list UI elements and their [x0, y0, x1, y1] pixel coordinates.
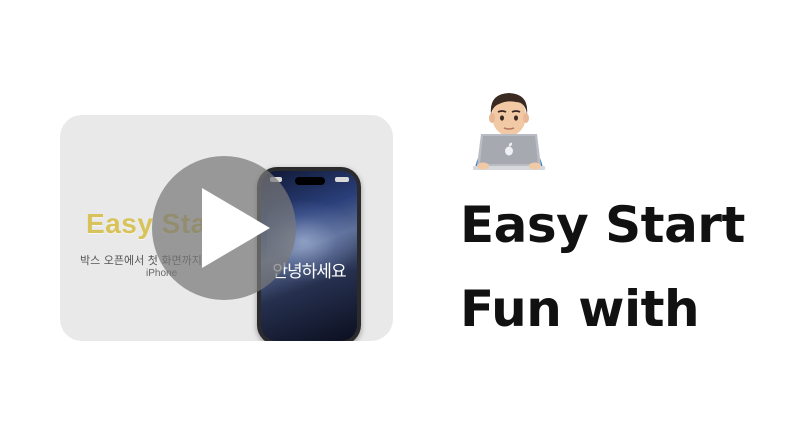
- play-icon: [202, 188, 270, 268]
- headline-line-2: Fun with: [460, 280, 700, 338]
- play-button[interactable]: [152, 156, 296, 300]
- headline: Easy Start Fun with: [460, 183, 790, 351]
- video-thumbnail[interactable]: Easy Start 박스 오픈에서 첫 화면까지 iPhone 안녕하세요: [60, 115, 393, 341]
- headline-line-1: Easy Start: [460, 196, 745, 254]
- technologist-laptop-icon: [469, 86, 549, 170]
- dynamic-island: [295, 177, 325, 185]
- battery-icon: [335, 177, 349, 182]
